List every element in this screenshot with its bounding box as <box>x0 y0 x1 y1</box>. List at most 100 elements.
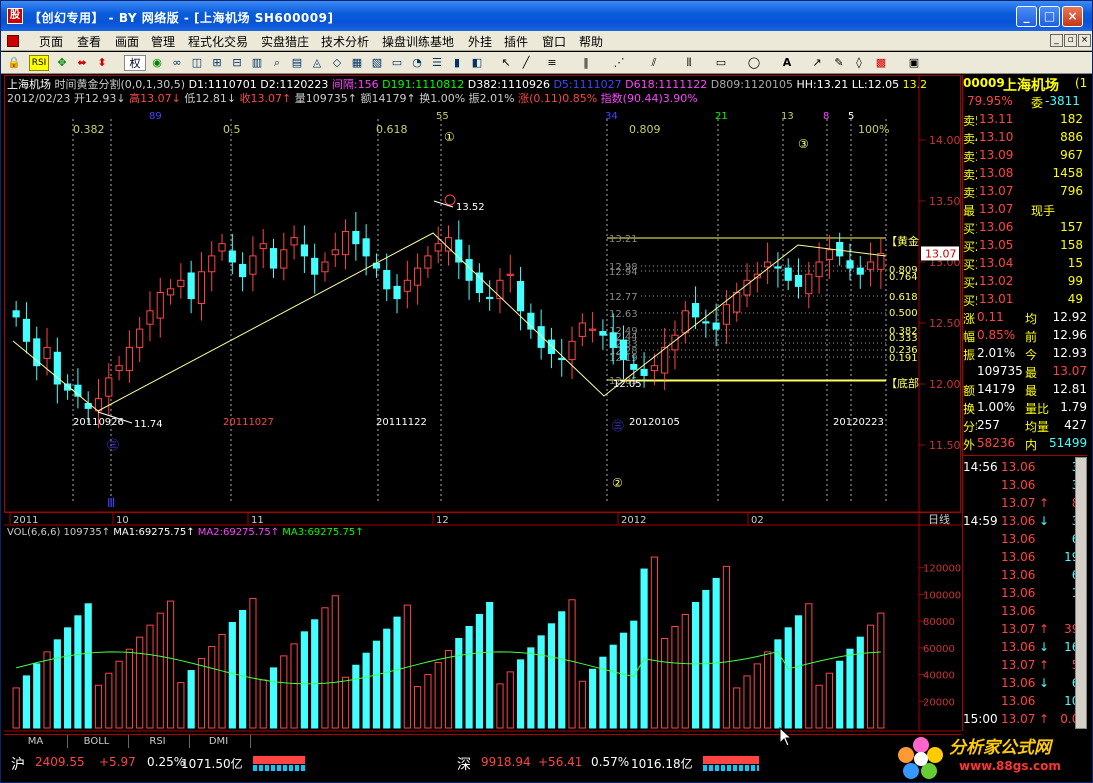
candle-body[interactable] <box>547 339 556 354</box>
candle-body[interactable] <box>331 249 339 256</box>
candle-body[interactable] <box>702 321 710 324</box>
candle-body[interactable] <box>228 250 236 263</box>
candle-body[interactable] <box>681 310 689 334</box>
sz-index: 9918.94 <box>481 755 531 769</box>
candle-body[interactable] <box>630 363 638 370</box>
sell-volume: 1458 <box>1052 166 1083 180</box>
candle-body[interactable] <box>249 255 257 275</box>
candle-body[interactable] <box>362 238 370 257</box>
candle-body[interactable] <box>269 248 278 269</box>
candle-body[interactable] <box>311 257 319 275</box>
candle-body[interactable] <box>722 304 731 325</box>
candle-body[interactable] <box>393 285 401 300</box>
candle-body[interactable] <box>197 271 206 304</box>
candle-body[interactable] <box>434 243 442 252</box>
candle-body[interactable] <box>506 273 514 276</box>
candle-body[interactable] <box>208 255 216 273</box>
candle-body[interactable] <box>259 243 267 250</box>
candle-body[interactable] <box>12 310 20 318</box>
stat-value-a: 58236 <box>977 436 1016 450</box>
candle-body[interactable] <box>177 279 185 287</box>
candle-body[interactable] <box>599 331 607 336</box>
sh-percent: 0.25% <box>147 755 186 769</box>
indicator-tab-boll[interactable]: BOLL <box>65 735 129 748</box>
period-label[interactable]: 日线 <box>928 512 950 526</box>
commission-ratio: 79.95% <box>967 94 1013 108</box>
candle-body[interactable] <box>64 383 72 391</box>
candle-body[interactable] <box>341 231 350 256</box>
candle-body[interactable] <box>115 365 123 372</box>
candle-body[interactable] <box>815 261 823 278</box>
candle-body[interactable] <box>805 273 813 295</box>
candle-body[interactable] <box>300 244 308 257</box>
candle-body[interactable] <box>836 241 844 257</box>
candle-body[interactable] <box>794 274 803 287</box>
indicator-tab-ma[interactable]: MA <box>4 735 68 748</box>
candle-body[interactable] <box>156 292 164 319</box>
sell-price: 13.08 <box>979 166 1014 180</box>
candle-body[interactable] <box>856 267 864 275</box>
tick-scrollbar[interactable] <box>1075 457 1087 729</box>
candle-body[interactable] <box>290 237 298 246</box>
vol-y-tick-label: 40000 <box>923 671 955 682</box>
candle-body[interactable] <box>825 249 833 261</box>
indicator-tab-dmi[interactable]: DMI <box>187 735 251 748</box>
candle-body[interactable] <box>640 368 648 376</box>
candle-body[interactable] <box>846 260 854 269</box>
candle-body[interactable] <box>537 326 545 348</box>
sell-row: 卖413.10 886 <box>963 129 1087 147</box>
candle-body[interactable] <box>43 346 51 359</box>
tick-price: 13.06 <box>1001 586 1036 600</box>
candle-body[interactable] <box>125 346 133 372</box>
candle-body[interactable] <box>475 272 483 294</box>
stock-name: 上海机场 <box>1003 78 1059 94</box>
candle-body[interactable] <box>424 255 432 269</box>
candle-body[interactable] <box>383 270 391 290</box>
volume-bar <box>836 660 844 729</box>
candle-body[interactable] <box>33 338 41 367</box>
candle-body[interactable] <box>105 377 113 397</box>
candle-body[interactable] <box>774 266 782 269</box>
candle-body[interactable] <box>516 281 525 312</box>
candle-body[interactable] <box>444 237 453 252</box>
indicator-tab-rsi[interactable]: RSI <box>126 735 190 748</box>
candle-body[interactable] <box>496 279 504 300</box>
candle-body[interactable] <box>589 328 597 331</box>
candle-body[interactable] <box>712 322 720 330</box>
candle-body[interactable] <box>558 357 566 361</box>
candle-body[interactable] <box>166 288 175 296</box>
candle-body[interactable] <box>784 267 792 281</box>
volume-bar <box>146 624 154 729</box>
candle-body[interactable] <box>455 239 463 263</box>
stat-row: 外 58236 内 51499 <box>963 435 1087 453</box>
candle-body[interactable] <box>650 365 658 372</box>
volume-bar <box>619 632 628 729</box>
stat-value-b: 12.93 <box>1052 346 1087 360</box>
candle-body[interactable] <box>609 332 617 348</box>
candle-body[interactable] <box>578 322 586 337</box>
candle-body[interactable] <box>403 279 411 292</box>
candle-body[interactable] <box>691 302 700 318</box>
candle-body[interactable] <box>568 340 576 361</box>
candle-body[interactable] <box>486 296 494 300</box>
candle-body[interactable] <box>619 339 628 361</box>
tick-price: 13.06 <box>1001 460 1036 474</box>
candle-body[interactable] <box>733 292 741 313</box>
candle-body[interactable] <box>414 267 422 286</box>
candle-body[interactable] <box>321 261 329 273</box>
x-tick-label: 02 <box>751 515 764 526</box>
candle-body[interactable] <box>187 272 195 300</box>
candle-body[interactable] <box>218 243 226 252</box>
candle-body[interactable] <box>146 310 154 325</box>
volume-bar <box>794 615 803 729</box>
stat-row: 振 2.01% 今 12.93 <box>963 345 1087 363</box>
candle-body[interactable] <box>239 263 247 278</box>
candle-body[interactable] <box>352 231 360 245</box>
candle-body[interactable] <box>866 261 875 270</box>
candle-body[interactable] <box>661 346 669 374</box>
candle-body[interactable] <box>22 318 31 342</box>
price-chart-svg[interactable]: 14.0013.5013.0012.5012.0011.5013.2112.98… <box>1 1 1093 783</box>
candle-body[interactable] <box>280 249 288 269</box>
candle-body[interactable] <box>136 328 144 348</box>
candle-body[interactable] <box>764 261 772 268</box>
